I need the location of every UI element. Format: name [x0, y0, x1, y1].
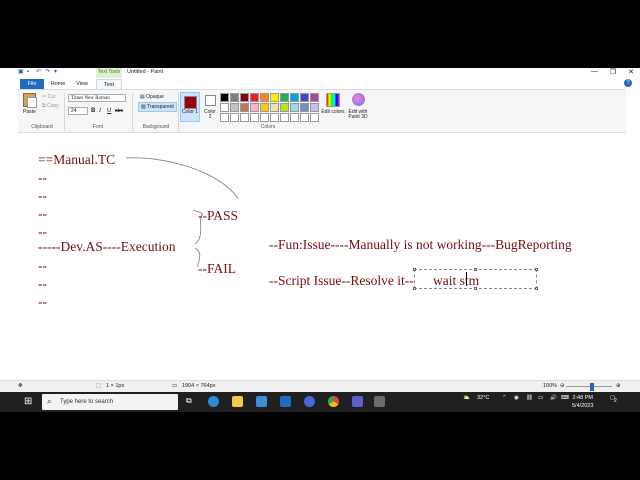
zoom-level: 100% — [543, 383, 558, 389]
canvas-size: 1904 × 764px — [182, 383, 216, 389]
selection-size-icon: ⬚ — [96, 383, 102, 389]
tray-overflow-icon[interactable]: ⌃ — [502, 395, 507, 401]
script-issue-text: --Script Issue--Resolve it-- — [269, 273, 414, 288]
link-icon[interactable]: ⛓ — [526, 395, 533, 401]
edge-browser-icon[interactable] — [208, 396, 219, 407]
weather-icon[interactable]: ⛅ — [463, 395, 470, 401]
resize-handle[interactable] — [413, 268, 416, 271]
selection-size: 1 × 1px — [106, 383, 125, 389]
paint-taskbar-icon[interactable] — [374, 396, 385, 407]
move-icon: ✥ — [18, 383, 23, 389]
pass-text: --PASS — [198, 208, 239, 223]
task-view-icon[interactable]: ⧉ — [186, 396, 197, 407]
fun-issue-text: --Fun:Issue----Manually is not working--… — [269, 237, 572, 252]
weather-temp[interactable]: 32°C — [477, 395, 489, 401]
battery-icon[interactable]: ▭ — [538, 395, 543, 401]
canvas-size-icon: ▭ — [172, 383, 178, 389]
clock-time: 2:48 PM — [572, 395, 593, 401]
mail-icon[interactable] — [280, 396, 291, 407]
file-explorer-icon[interactable] — [232, 396, 243, 407]
paint-window: ▣ ▪ ↶ ↷ ▾ Text Tools Untitled - Paint — … — [0, 68, 640, 412]
keyboard-icon[interactable]: ⌨ — [561, 395, 569, 401]
zoom-slider[interactable] — [566, 386, 612, 387]
zoom-slider-thumb[interactable] — [590, 383, 594, 391]
zoom-in-button[interactable]: ⊕ — [616, 383, 621, 389]
text-caret — [466, 272, 467, 286]
search-icon: ⌕ — [47, 397, 52, 406]
resize-handle[interactable] — [413, 287, 416, 290]
windows-start-icon[interactable]: ⊞ — [24, 397, 34, 407]
resize-handle[interactable] — [474, 268, 477, 271]
microsoft-store-icon[interactable] — [256, 396, 267, 407]
zoom-app-icon[interactable] — [304, 396, 315, 407]
connector-curve-tc — [125, 157, 239, 199]
clock[interactable]: 2:48 PM 5/4/2023 — [572, 394, 593, 410]
chrome-icon[interactable] — [328, 396, 339, 407]
text-box-input[interactable]: wait stm — [433, 273, 479, 288]
status-bar: ✥ ⬚ 1 × 1px ▭ 1904 × 764px 100% ⊖ ⊕ — [0, 380, 640, 392]
zoom-out-button[interactable]: ⊖ — [560, 383, 565, 389]
fail-text: --FAIL — [198, 261, 236, 276]
notification-count: 2 — [614, 398, 617, 404]
network-icon[interactable]: ◉ — [514, 395, 519, 401]
taskbar-search-input[interactable]: ⌕ Type here to search — [42, 394, 178, 410]
taskbar: ⊞ ⌕ Type here to search ⧉ ⛅ 32°C ⌃ ◉ ⛓ ▭… — [0, 392, 640, 412]
volume-icon[interactable]: 🔊 — [550, 395, 557, 401]
resize-handle[interactable] — [535, 268, 538, 271]
resize-handle[interactable] — [535, 287, 538, 290]
teams-icon[interactable] — [352, 396, 363, 407]
clock-date: 5/4/2023 — [572, 403, 594, 409]
